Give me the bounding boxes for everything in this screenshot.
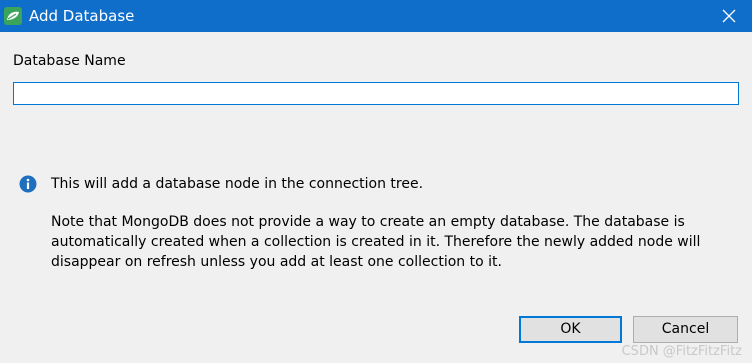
window-title: Add Database — [29, 7, 135, 25]
info-note: Note that MongoDB does not provide a way… — [51, 212, 721, 272]
ok-button[interactable]: OK — [519, 316, 622, 343]
note-line: automatically created when a collection … — [51, 234, 701, 250]
close-icon — [722, 9, 736, 23]
info-headline: This will add a database node in the con… — [51, 176, 424, 192]
title-bar[interactable]: Add Database — [0, 0, 752, 32]
info-icon — [19, 175, 37, 193]
add-database-dialog: Add Database Database Name This will add… — [0, 0, 752, 363]
watermark: CSDN @FitzFitzFitz — [621, 344, 742, 359]
note-line: Note that MongoDB does not provide a way… — [51, 214, 685, 230]
mongo-leaf-icon — [4, 7, 22, 25]
note-line: disappear on refresh unless you add at l… — [51, 254, 502, 270]
database-name-label: Database Name — [13, 53, 126, 69]
database-name-input[interactable] — [13, 82, 739, 105]
cancel-button[interactable]: Cancel — [633, 316, 738, 343]
close-button[interactable] — [706, 0, 752, 32]
